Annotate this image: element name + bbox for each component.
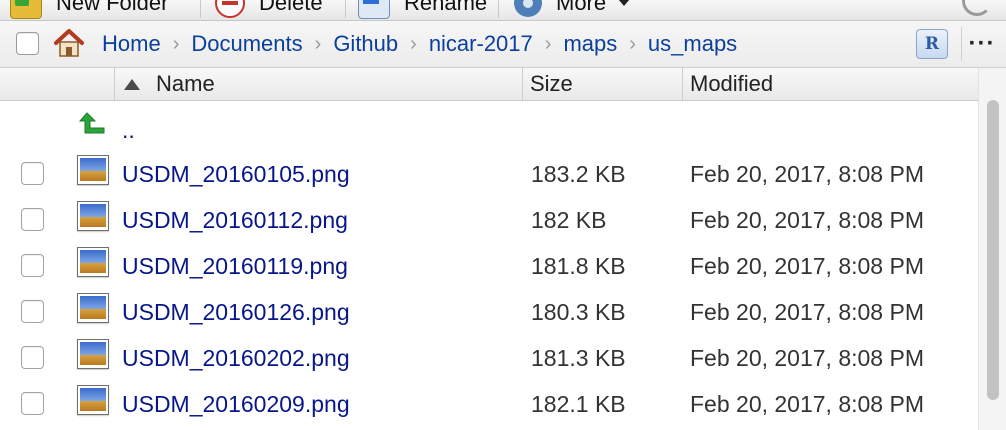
column-header: Name Size Modified xyxy=(0,68,978,101)
delete-button[interactable]: Delete xyxy=(215,0,323,18)
rename-button[interactable]: Rename xyxy=(358,0,488,19)
file-checkbox[interactable] xyxy=(21,300,44,323)
image-file-icon xyxy=(77,201,109,231)
new-folder-label: New Folder xyxy=(56,0,169,15)
chevron-down-icon xyxy=(618,0,631,6)
breadcrumb-separator: › xyxy=(544,32,552,55)
file-row: USDM_20160202.png 181.3 KB Feb 20, 2017,… xyxy=(0,335,978,381)
home-icon[interactable] xyxy=(53,28,85,58)
breadcrumb: Home › Documents › Github › nicar-2017 ›… xyxy=(102,21,737,67)
delete-icon xyxy=(215,0,245,18)
file-row: USDM_20160105.png 183.2 KB Feb 20, 2017,… xyxy=(0,151,978,197)
image-file-icon xyxy=(77,247,109,277)
file-checkbox[interactable] xyxy=(21,254,44,277)
breadcrumb-documents[interactable]: Documents xyxy=(191,31,302,57)
sort-ascending-icon xyxy=(124,78,140,90)
file-modified: Feb 20, 2017, 8:08 PM xyxy=(690,160,924,187)
file-size: 181.3 KB xyxy=(531,344,626,371)
file-row: USDM_20160112.png 182 KB Feb 20, 2017, 8… xyxy=(0,197,978,243)
file-name-link[interactable]: USDM_20160119.png xyxy=(122,243,348,289)
file-size: 182 KB xyxy=(531,206,607,233)
image-file-icon xyxy=(77,293,109,323)
file-checkbox[interactable] xyxy=(21,392,44,415)
file-list: .. USDM_20160105.png 183.2 KB Feb 20, 20… xyxy=(0,101,978,427)
toolbar-divider xyxy=(498,0,499,18)
modified-column-header[interactable]: Modified xyxy=(690,68,773,100)
rename-label: Rename xyxy=(404,0,488,15)
file-modified: Feb 20, 2017, 8:08 PM xyxy=(690,252,924,279)
file-size: 181.8 KB xyxy=(531,252,626,279)
breadcrumb-nicar-2017[interactable]: nicar-2017 xyxy=(429,31,533,57)
file-row: USDM_20160119.png 181.8 KB Feb 20, 2017,… xyxy=(0,243,978,289)
parent-directory-link[interactable]: .. xyxy=(122,101,135,155)
name-column-header[interactable]: Name xyxy=(124,68,215,100)
file-checkbox[interactable] xyxy=(21,346,44,369)
breadcrumb-separator: › xyxy=(629,32,636,55)
file-size: 180.3 KB xyxy=(531,298,626,325)
files-toolbar: New Folder Delete Rename More xyxy=(0,0,1006,21)
delete-label: Delete xyxy=(259,0,323,15)
file-modified: Feb 20, 2017, 8:08 PM xyxy=(690,390,924,417)
toolbar-divider xyxy=(961,27,962,61)
gear-icon xyxy=(514,0,542,17)
image-file-icon xyxy=(77,155,109,185)
breadcrumb-separator: › xyxy=(314,32,322,55)
more-label: More xyxy=(556,0,607,15)
size-column-label: Size xyxy=(530,71,573,96)
breadcrumb-separator: › xyxy=(172,32,180,55)
breadcrumb-separator: › xyxy=(410,32,417,55)
up-arrow-icon xyxy=(78,112,105,134)
column-divider xyxy=(522,68,523,100)
file-name-link[interactable]: USDM_20160105.png xyxy=(122,151,350,197)
select-all-checkbox[interactable] xyxy=(16,32,39,55)
parent-directory-row[interactable]: .. xyxy=(0,101,978,151)
toolbar-divider xyxy=(345,0,346,18)
modified-column-label: Modified xyxy=(690,71,774,96)
breadcrumb-bar: Home › Documents › Github › nicar-2017 ›… xyxy=(0,21,1006,68)
rename-icon xyxy=(358,0,390,19)
file-size: 182.1 KB xyxy=(531,390,626,417)
image-file-icon xyxy=(77,339,109,369)
breadcrumb-github[interactable]: Github xyxy=(333,31,398,57)
column-divider xyxy=(682,68,683,100)
more-options-button[interactable]: ··· xyxy=(966,27,998,61)
file-name-link[interactable]: USDM_20160209.png xyxy=(122,381,350,427)
toolbar-divider xyxy=(200,0,201,18)
new-folder-button[interactable]: New Folder xyxy=(10,0,169,19)
breadcrumb-us-maps[interactable]: us_maps xyxy=(648,31,737,57)
file-name-link[interactable]: USDM_20160112.png xyxy=(122,197,348,243)
name-column-label: Name xyxy=(156,71,215,96)
scrollbar-thumb[interactable] xyxy=(987,100,999,400)
file-checkbox[interactable] xyxy=(21,162,44,185)
file-checkbox[interactable] xyxy=(21,208,44,231)
column-divider xyxy=(114,68,115,100)
file-modified: Feb 20, 2017, 8:08 PM xyxy=(690,206,924,233)
scrollbar[interactable] xyxy=(978,68,1006,430)
new-folder-icon xyxy=(10,0,42,19)
r-project-icon[interactable]: R xyxy=(916,29,948,59)
size-column-header[interactable]: Size xyxy=(530,68,573,100)
file-row: USDM_20160126.png 180.3 KB Feb 20, 2017,… xyxy=(0,289,978,335)
file-row: USDM_20160209.png 182.1 KB Feb 20, 2017,… xyxy=(0,381,978,427)
more-button[interactable]: More xyxy=(514,0,631,18)
refresh-icon[interactable] xyxy=(962,0,992,16)
file-size: 183.2 KB xyxy=(531,160,626,187)
file-modified: Feb 20, 2017, 8:08 PM xyxy=(690,344,924,371)
file-name-link[interactable]: USDM_20160202.png xyxy=(122,335,350,381)
breadcrumb-maps[interactable]: maps xyxy=(563,31,617,57)
file-name-link[interactable]: USDM_20160126.png xyxy=(122,289,350,335)
image-file-icon xyxy=(77,385,109,415)
file-modified: Feb 20, 2017, 8:08 PM xyxy=(690,298,924,325)
breadcrumb-home[interactable]: Home xyxy=(102,31,161,57)
